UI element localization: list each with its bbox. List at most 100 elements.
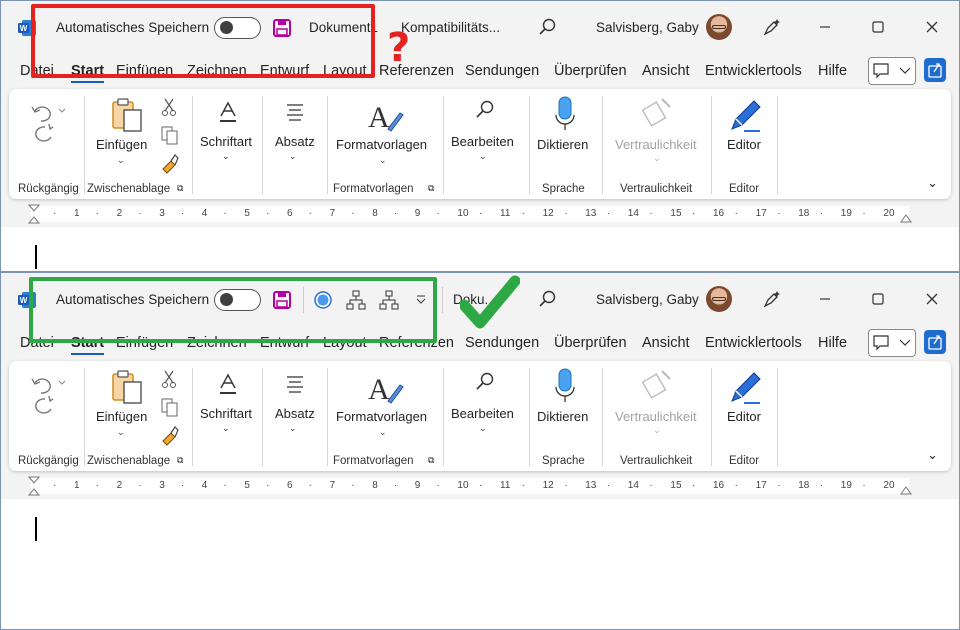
svg-text:W: W: [20, 296, 28, 305]
maximize-icon[interactable]: [867, 288, 889, 310]
sensitivity-button: Vertraulichkeit: [615, 409, 697, 424]
avatar[interactable]: [706, 286, 732, 312]
paragraph-button[interactable]: Absatz: [275, 406, 315, 421]
ruler-number: 3: [159, 208, 165, 219]
collapse-ribbon-icon[interactable]: ⌄: [927, 175, 938, 191]
editor-button[interactable]: Editor: [727, 137, 761, 152]
undo-icon[interactable]: [29, 369, 69, 421]
clipboard-small-icons[interactable]: [159, 95, 181, 175]
ruler-tick: ·: [266, 480, 270, 491]
comments-button[interactable]: [868, 329, 916, 357]
ruler-number: 16: [713, 208, 725, 219]
dialog-launcher-icon[interactable]: ⧉: [177, 455, 183, 466]
paste-button[interactable]: Einfügen: [96, 409, 147, 424]
ruler-tick: ·: [95, 480, 99, 491]
font-icon[interactable]: [217, 373, 239, 395]
tab-entwicklertools[interactable]: Entwicklertools: [705, 63, 802, 79]
ruler-number: 9: [414, 208, 421, 219]
paragraph-button[interactable]: Absatz: [275, 134, 315, 149]
comments-button[interactable]: [868, 57, 916, 85]
user-name[interactable]: Salvisberg, Gaby: [596, 20, 699, 35]
question-mark-annotation: ?: [387, 25, 411, 71]
right-indent-marker-icon[interactable]: [899, 210, 913, 224]
compatibility-mode-label[interactable]: Kompatibilitäts...: [401, 20, 500, 35]
tab-hilfe[interactable]: Hilfe: [818, 335, 847, 351]
styles-button[interactable]: Formatvorlagen: [336, 409, 427, 424]
paste-icon[interactable]: [110, 369, 146, 405]
ruler-number: 10: [457, 480, 469, 491]
find-icon[interactable]: [474, 371, 496, 393]
right-indent-marker-icon[interactable]: [899, 482, 913, 496]
minimize-icon[interactable]: [814, 16, 836, 38]
editing-button[interactable]: Bearbeiten: [451, 134, 514, 149]
ruler-tick: ·: [95, 208, 99, 219]
ruler-number: 1: [74, 480, 80, 491]
font-icon[interactable]: [217, 101, 239, 123]
tab-sendungen[interactable]: Sendungen: [465, 63, 539, 79]
tab-sendungen[interactable]: Sendungen: [465, 335, 539, 351]
share-button[interactable]: [924, 330, 946, 354]
editor-pen-icon[interactable]: [726, 95, 766, 135]
designer-pen-icon[interactable]: [761, 16, 783, 38]
tab-ueberpruefen[interactable]: Überprüfen: [554, 335, 627, 351]
close-icon[interactable]: [921, 16, 943, 38]
tab-ueberpruefen[interactable]: Überprüfen: [554, 63, 627, 79]
undo-icon[interactable]: [29, 97, 69, 149]
tab-ansicht[interactable]: Ansicht: [642, 335, 690, 351]
editing-button[interactable]: Bearbeiten: [451, 406, 514, 421]
search-icon[interactable]: [537, 17, 557, 37]
group-label-styles: Formatvorlagen: [333, 455, 414, 467]
designer-pen-icon[interactable]: [761, 288, 783, 310]
microphone-icon[interactable]: [553, 95, 577, 133]
font-button[interactable]: Schriftart: [200, 134, 252, 149]
close-icon[interactable]: [921, 288, 943, 310]
dialog-launcher-icon[interactable]: ⧉: [177, 183, 183, 194]
user-name[interactable]: Salvisberg, Gaby: [596, 292, 699, 307]
clipboard-small-icons[interactable]: [159, 367, 181, 447]
svg-text:W: W: [20, 24, 28, 33]
ruler-number: 17: [755, 208, 767, 219]
ruler-tick: ·: [308, 480, 312, 491]
share-button[interactable]: [924, 58, 946, 82]
ruler-tick: ·: [479, 480, 483, 491]
dictate-button[interactable]: Diktieren: [537, 409, 588, 424]
maximize-icon[interactable]: [867, 16, 889, 38]
styles-icon[interactable]: A: [366, 97, 406, 137]
ruler-tick: ·: [479, 208, 483, 219]
styles-button[interactable]: Formatvorlagen: [336, 137, 427, 152]
ruler-tick: ·: [223, 208, 227, 219]
svg-text:A: A: [368, 101, 390, 134]
tab-entwicklertools[interactable]: Entwicklertools: [705, 335, 802, 351]
paragraph-icon[interactable]: [284, 101, 306, 123]
paragraph-icon[interactable]: [284, 373, 306, 395]
font-button[interactable]: Schriftart: [200, 406, 252, 421]
ruler-tick: ·: [606, 208, 611, 219]
ruler-tick: ·: [649, 208, 653, 219]
indent-marker-icon[interactable]: [27, 204, 41, 224]
collapse-ribbon-icon[interactable]: ⌄: [927, 447, 938, 463]
editor-button[interactable]: Editor: [727, 409, 761, 424]
share-icon: [928, 335, 942, 350]
avatar[interactable]: [706, 14, 732, 40]
ruler-tick: ·: [734, 208, 738, 219]
find-icon[interactable]: [474, 99, 496, 121]
ruler-number: 15: [670, 480, 682, 491]
document-canvas[interactable]: [1, 227, 959, 271]
paste-button[interactable]: Einfügen: [96, 137, 147, 152]
ruler-number: 3: [159, 480, 165, 491]
minimize-icon[interactable]: [814, 288, 836, 310]
tab-hilfe[interactable]: Hilfe: [818, 63, 847, 79]
group-label-clipboard: Zwischenablage: [87, 455, 171, 467]
indent-marker-icon[interactable]: [27, 476, 41, 496]
dictate-button[interactable]: Diktieren: [537, 137, 588, 152]
document-canvas[interactable]: [1, 499, 959, 629]
ruler-tick: ·: [862, 208, 866, 219]
search-icon[interactable]: [537, 289, 557, 309]
dialog-launcher-icon[interactable]: ⧉: [428, 183, 434, 194]
styles-icon[interactable]: A: [366, 369, 406, 409]
editor-pen-icon[interactable]: [726, 367, 766, 407]
dialog-launcher-icon[interactable]: ⧉: [428, 455, 434, 466]
paste-icon[interactable]: [110, 97, 146, 133]
tab-ansicht[interactable]: Ansicht: [642, 63, 690, 79]
microphone-icon[interactable]: [553, 367, 577, 405]
